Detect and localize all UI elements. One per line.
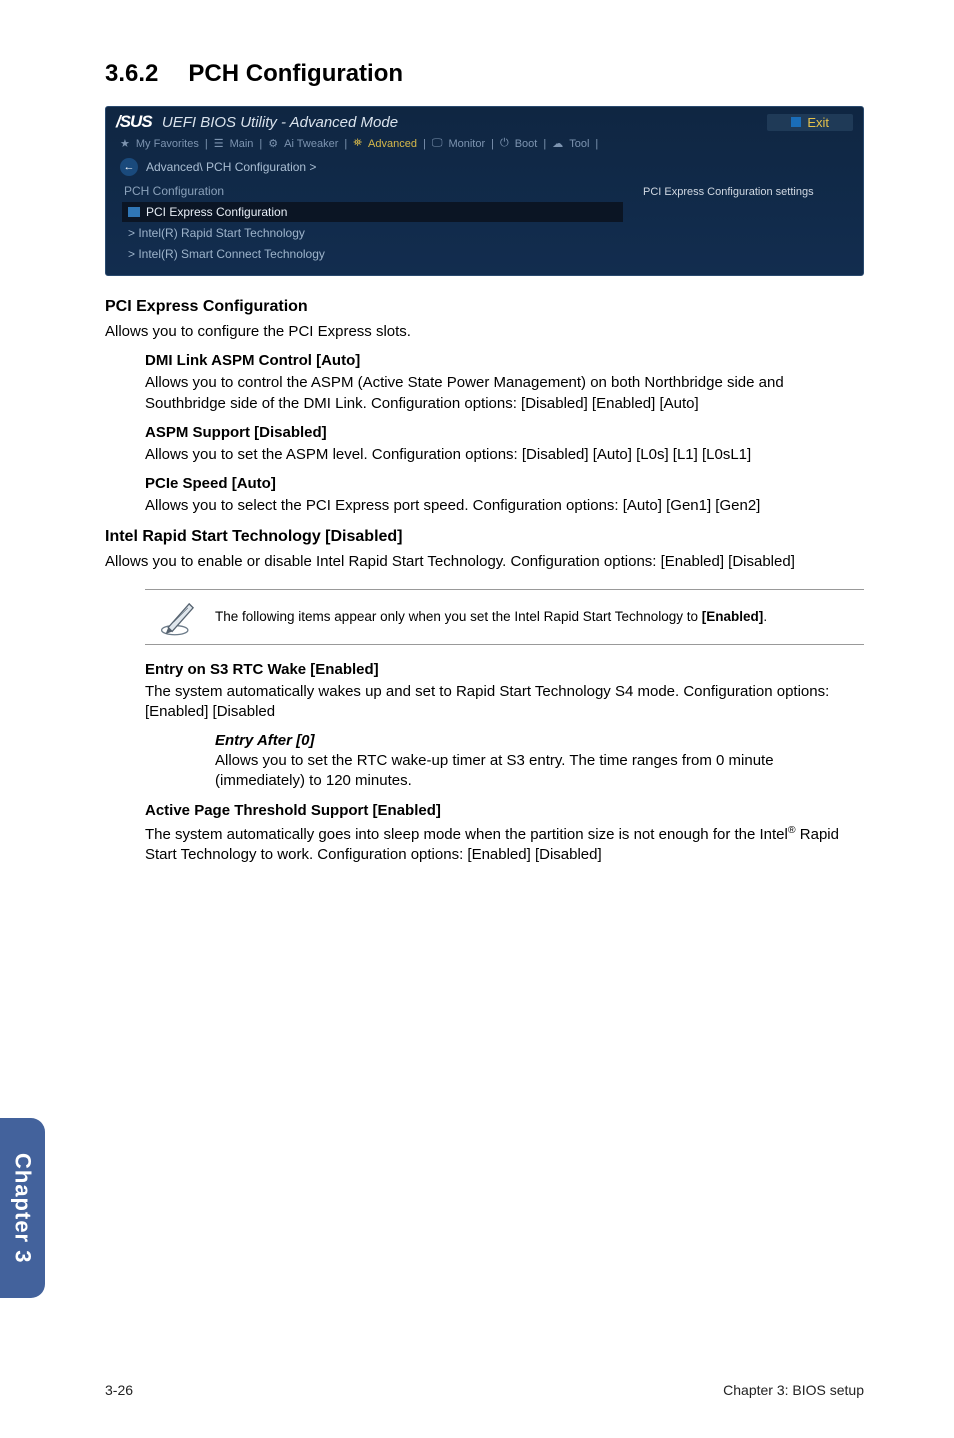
breadcrumb-text: Advanced\ PCH Configuration > [146,160,316,174]
tool-icon: ☁ [552,137,563,150]
tab-main[interactable]: Main [230,138,254,150]
power-icon: ⏻ [500,137,509,150]
back-icon[interactable]: ← [120,158,138,176]
advanced-icon: ⛯ [353,137,362,150]
bios-screenshot: /SUS UEFI BIOS Utility - Advanced Mode E… [105,106,864,276]
section-title: PCH Configuration [188,60,403,87]
aspm-text: Allows you to set the ASPM level. Config… [145,445,864,465]
rapid-start-intro: Allows you to enable or disable Intel Ra… [105,552,864,572]
tab-boot[interactable]: Boot [515,138,538,150]
entry-after-title: Entry After [0] [215,732,864,749]
bios-exit-label: Exit [807,115,829,130]
tab-favorites[interactable]: My Favorites [136,138,199,150]
bios-help-pane: PCI Express Configuration settings [633,182,863,275]
chapter-tab-label: Chapter 3 [10,1153,36,1263]
dmi-text: Allows you to control the ASPM (Active S… [145,373,864,414]
bios-item-pci-express[interactable]: PCI Express Configuration [122,202,623,222]
pci-express-intro: Allows you to configure the PCI Express … [105,322,864,342]
pci-express-heading: PCI Express Configuration [105,298,864,316]
bios-left-pane: PCH Configuration PCI Express Configurat… [106,182,633,275]
tab-tool[interactable]: Tool [569,138,589,150]
note-text: The following items appear only when you… [215,598,864,636]
active-page-text: The system automatically goes into sleep… [145,823,864,866]
bios-item-rapid-start[interactable]: > Intel(R) Rapid Start Technology [122,223,623,243]
monitor-icon: 🖵 [432,137,443,150]
list-icon: ☰ [214,137,224,150]
section-number: 3.6.2 [105,60,158,88]
bios-item-pci-express-label: PCI Express Configuration [146,205,287,219]
wrench-icon: ⚙ [268,137,278,150]
tab-tweaker[interactable]: Ai Tweaker [284,138,338,150]
pen-icon [159,596,201,638]
entry-after-text: Allows you to set the RTC wake-up timer … [215,751,864,792]
page-number: 3-26 [105,1382,133,1398]
folder-icon [128,207,140,217]
note-box: The following items appear only when you… [145,589,864,645]
pcie-title: PCIe Speed [Auto] [145,475,864,492]
dmi-title: DMI Link ASPM Control [Auto] [145,352,864,369]
footer: 3-26 Chapter 3: BIOS setup [105,1382,864,1398]
bios-help-text: PCI Express Configuration settings [643,186,814,198]
bios-tabs: ★My Favorites | ☰Main | ⚙Ai Tweaker | ⛯A… [106,135,863,154]
pcie-text: Allows you to select the PCI Express por… [145,496,864,516]
footer-chapter: Chapter 3: BIOS setup [723,1382,864,1398]
tab-monitor[interactable]: Monitor [448,138,485,150]
rapid-start-heading: Intel Rapid Start Technology [Disabled] [105,528,864,546]
entry-s3-text: The system automatically wakes up and se… [145,682,864,723]
entry-s3-title: Entry on S3 RTC Wake [Enabled] [145,661,864,678]
star-icon: ★ [120,137,130,150]
bios-exit-button[interactable]: Exit [767,114,853,131]
bios-titlebar: /SUS UEFI BIOS Utility - Advanced Mode E… [106,107,863,135]
exit-icon [791,117,801,127]
aspm-title: ASPM Support [Disabled] [145,424,864,441]
tab-advanced[interactable]: Advanced [368,138,417,150]
section-heading: 3.6.2 PCH Configuration [105,60,864,88]
bios-left-heading: PCH Configuration [124,184,623,198]
bios-breadcrumb: ← Advanced\ PCH Configuration > [106,154,863,182]
bios-item-smart-connect[interactable]: > Intel(R) Smart Connect Technology [122,244,623,264]
active-page-title: Active Page Threshold Support [Enabled] [145,802,864,819]
bios-logo: /SUS [116,112,152,131]
chapter-tab: Chapter 3 [0,1118,45,1298]
bios-title-text: UEFI BIOS Utility - Advanced Mode [162,114,398,131]
